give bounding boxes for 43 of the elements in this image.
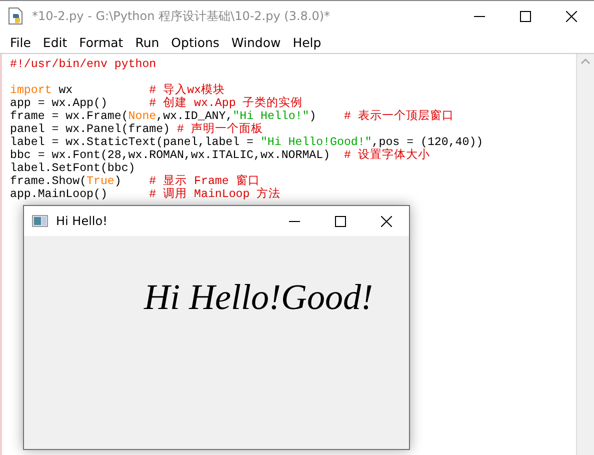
python-file-icon	[8, 7, 24, 25]
maximize-icon[interactable]	[334, 216, 346, 226]
string-literal: "Hi Hello!Good!"	[260, 136, 372, 149]
code-text: )	[309, 110, 318, 123]
code-text: frame.Show(	[10, 175, 87, 188]
keyword-text: None	[128, 110, 156, 123]
code-comment: # 声明一个面板	[176, 123, 263, 136]
code-text: app = wx.App()	[10, 97, 108, 110]
code-comment: # 设置字体大小	[344, 149, 430, 162]
menu-item[interactable]: Window	[225, 34, 287, 50]
code-text: frame = wx.Frame(	[10, 110, 128, 123]
menu-item[interactable]: Edit	[36, 34, 74, 50]
code-comment: # 创建 wx.App 子类的实例	[149, 97, 303, 110]
menu-item[interactable]: Run	[129, 34, 166, 50]
close-icon[interactable]	[380, 216, 392, 226]
code-text: wx	[58, 84, 74, 97]
code-text: app.MainLoop()	[10, 188, 108, 201]
scrollbar[interactable]	[576, 54, 594, 455]
code-text: label.SetFont(bbc)	[10, 162, 136, 175]
code-text: panel = wx.Panel(frame)	[10, 123, 172, 136]
keyword-text: True	[86, 175, 114, 188]
keyword-text: import	[10, 84, 52, 97]
code-comment: # 表示一个顶层窗口	[344, 110, 454, 123]
window-title: *10-2.py - G:\Python 程序设计基础\10-2.py (3.8.0)*	[32, 8, 332, 24]
code-text: ,pos = (120,40))	[372, 136, 484, 149]
code-comment: # 显示 Frame 窗口	[149, 175, 260, 188]
menu-item[interactable]: Format	[73, 34, 130, 50]
window-title: Hi Hello!	[56, 214, 108, 228]
code-text: ,wx.ID_ANY,	[156, 110, 233, 123]
menu-item[interactable]: Options	[165, 34, 226, 50]
menu-item[interactable]: Help	[286, 34, 328, 50]
code-text: label = wx.StaticText(panel,label =	[10, 136, 255, 149]
code-text: )	[114, 175, 122, 188]
menu-item[interactable]: File	[4, 34, 37, 50]
code-comment: # 导入wx模块	[149, 84, 225, 97]
code-comment: # 调用 MainLoop 方法	[149, 188, 281, 201]
maximize-icon[interactable]	[520, 10, 530, 22]
string-literal: "Hi Hello!"	[232, 110, 310, 123]
static-text-label: Hi Hello!Good!	[144, 276, 373, 318]
close-icon[interactable]	[566, 10, 576, 22]
code-text: bbc = wx.Font(28,wx.ROMAN,wx.ITALIC,wx.NORMAL)	[10, 149, 332, 162]
code-comment: #!/usr/bin/env python	[10, 58, 156, 71]
window-icon	[32, 215, 48, 227]
